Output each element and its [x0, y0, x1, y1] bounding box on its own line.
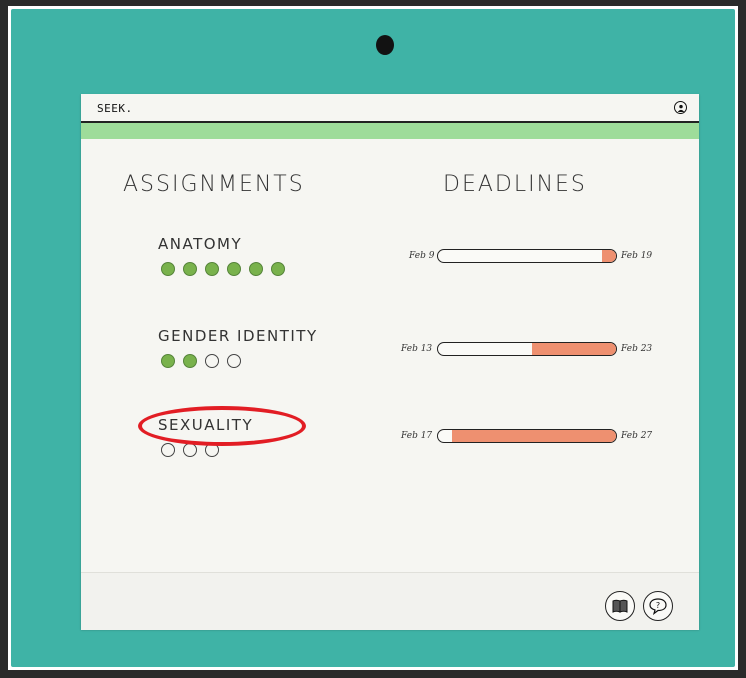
- progress-dot-incomplete: [161, 443, 175, 457]
- deadline-start-label: Feb 13: [401, 344, 433, 354]
- assignment-title[interactable]: ANATOMY: [158, 235, 242, 253]
- progress-dot-complete: [161, 262, 175, 276]
- board-hole: [376, 35, 394, 55]
- user-glyph: [677, 104, 684, 112]
- deadline-progress-bar: [437, 249, 617, 263]
- highlight-circle: [138, 406, 306, 446]
- deadline-progress-fill: [601, 250, 616, 262]
- progress-dot-complete: [249, 262, 263, 276]
- progress-dot-complete: [183, 354, 197, 368]
- deadlines-heading: DEADLINES: [443, 172, 587, 197]
- teal-board: SEEK. ASSIGNMENTS DEADLINES ANATOMY Feb 9…: [11, 9, 735, 667]
- progress-dots: [161, 354, 241, 368]
- deadline-progress-fill: [452, 430, 616, 442]
- deadline-start-label: Feb 9: [409, 251, 435, 261]
- app-screen: SEEK. ASSIGNMENTS DEADLINES ANATOMY Feb 9…: [81, 94, 699, 630]
- progress-dots: [161, 262, 285, 276]
- bottom-bar: ?: [81, 572, 699, 630]
- progress-dot-incomplete: [183, 443, 197, 457]
- user-icon[interactable]: [674, 101, 687, 114]
- header-accent-bar: [81, 123, 699, 139]
- deadline-progress-fill: [532, 343, 616, 355]
- progress-dot-complete: [161, 354, 175, 368]
- deadline-progress-bar: [437, 429, 617, 443]
- progress-dot-complete: [183, 262, 197, 276]
- book-icon: [612, 599, 628, 613]
- deadline-end-label: Feb 23: [621, 344, 653, 354]
- assignment-title[interactable]: GENDER IDENTITY: [158, 327, 318, 345]
- deadline-progress-bar: [437, 342, 617, 356]
- help-button[interactable]: ?: [643, 591, 673, 621]
- assignments-heading: ASSIGNMENTS: [123, 172, 305, 197]
- deadline-start-label: Feb 17: [401, 431, 433, 441]
- photo-frame: SEEK. ASSIGNMENTS DEADLINES ANATOMY Feb 9…: [8, 6, 738, 670]
- progress-dot-complete: [227, 262, 241, 276]
- progress-dot-incomplete: [205, 354, 219, 368]
- app-brand: SEEK.: [97, 102, 133, 115]
- help-icon: ?: [649, 598, 667, 615]
- svg-text:?: ?: [656, 601, 660, 610]
- deadline-end-label: Feb 27: [621, 431, 653, 441]
- top-bar: SEEK.: [81, 94, 699, 123]
- progress-dot-complete: [205, 262, 219, 276]
- progress-dot-incomplete: [227, 354, 241, 368]
- deadline-end-label: Feb 19: [621, 251, 653, 261]
- progress-dot-complete: [271, 262, 285, 276]
- book-button[interactable]: [605, 591, 635, 621]
